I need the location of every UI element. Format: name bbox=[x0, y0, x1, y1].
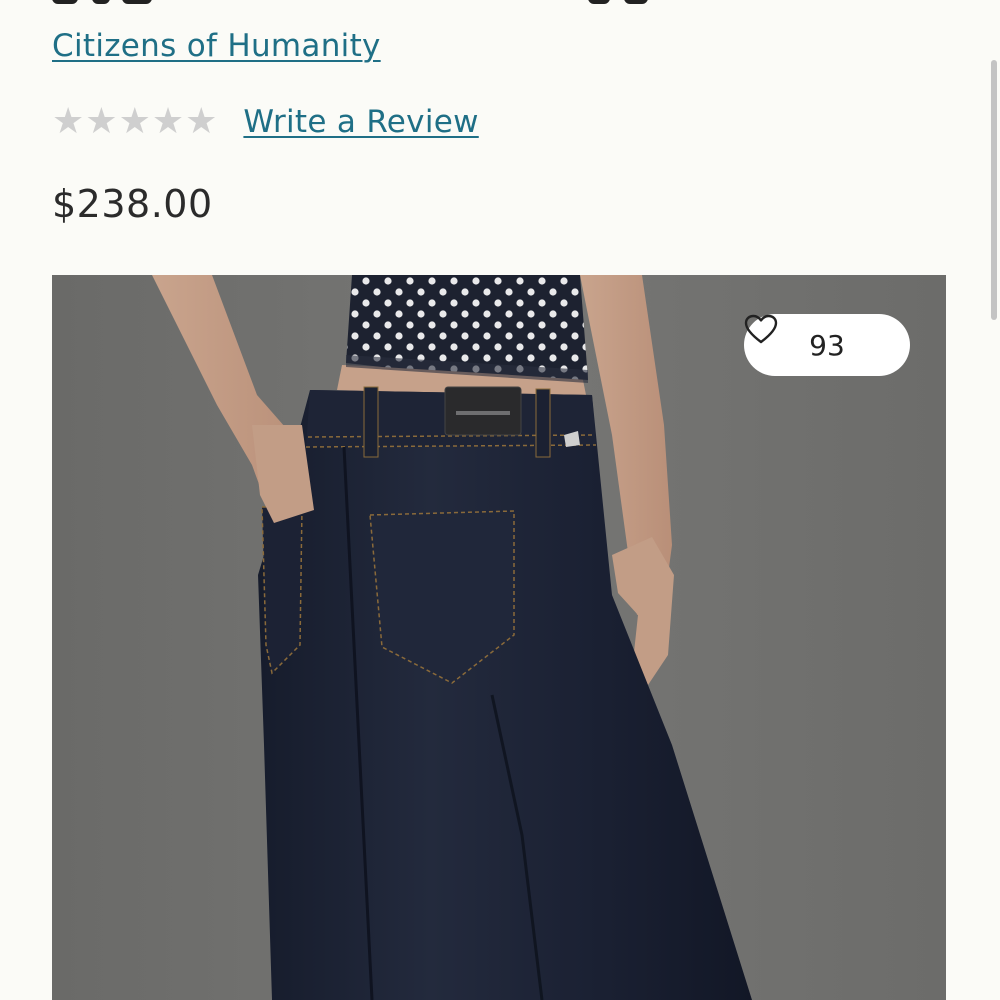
product-title-cutoff bbox=[52, 0, 652, 4]
write-review-link[interactable]: Write a Review bbox=[243, 104, 478, 140]
rating-row: ★ ★ ★ ★ ★ Write a Review bbox=[52, 100, 479, 144]
likes-button[interactable]: 93 bbox=[744, 314, 910, 376]
star-icon: ★ bbox=[151, 101, 185, 142]
star-icon: ★ bbox=[118, 101, 151, 142]
heart-icon bbox=[744, 314, 778, 344]
likes-count: 93 bbox=[809, 328, 845, 362]
scrollbar[interactable] bbox=[991, 60, 997, 320]
star-rating[interactable]: ★ ★ ★ ★ ★ bbox=[52, 104, 217, 140]
product-image[interactable]: 93 bbox=[52, 275, 946, 1000]
product-price: $238.00 bbox=[52, 182, 213, 226]
product-photo bbox=[52, 275, 946, 1000]
brand-link[interactable]: Citizens of Humanity bbox=[52, 28, 381, 64]
product-detail-page: Citizens of Humanity ★ ★ ★ ★ ★ Write a R… bbox=[0, 0, 1000, 1000]
star-icon: ★ bbox=[185, 101, 218, 142]
star-icon: ★ bbox=[85, 101, 118, 142]
star-icon: ★ bbox=[52, 101, 85, 142]
